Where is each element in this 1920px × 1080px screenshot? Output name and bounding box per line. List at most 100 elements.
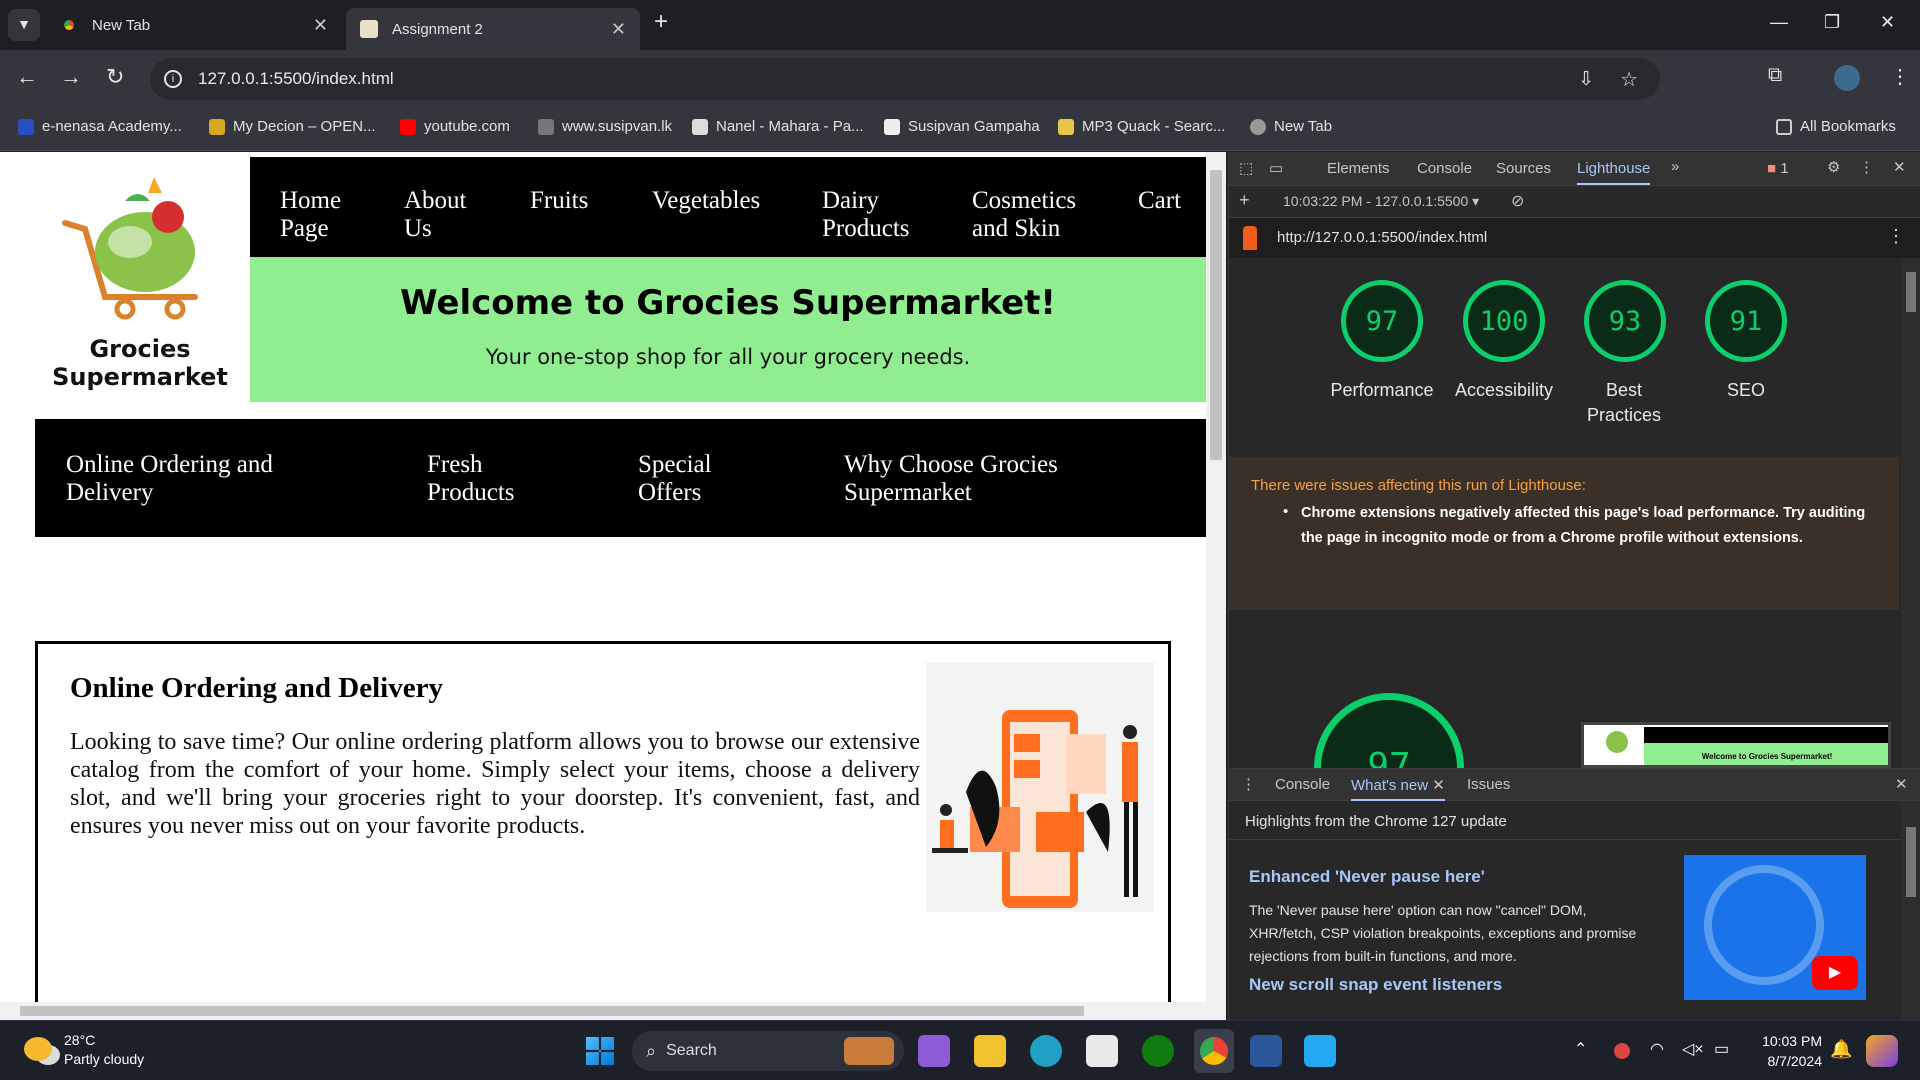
edge-icon[interactable]	[1030, 1035, 1062, 1067]
bookmark-item[interactable]: MP3 Quack - Searc...	[1058, 118, 1225, 135]
news-title[interactable]: Enhanced 'Never pause here'	[1249, 867, 1485, 887]
close-icon[interactable]: ✕	[611, 19, 626, 40]
settings-icon[interactable]: ⚙	[1827, 158, 1840, 176]
score-best-practices[interactable]: 93	[1584, 280, 1666, 362]
all-bookmarks[interactable]: All Bookmarks	[1776, 118, 1896, 135]
tab-search-button[interactable]: ▼	[8, 9, 40, 41]
new-tab-icon[interactable]: +	[654, 8, 668, 36]
more-tabs-icon[interactable]: »	[1671, 158, 1679, 175]
widgets-icon[interactable]	[1866, 1035, 1898, 1067]
tab-console[interactable]: Console	[1417, 160, 1472, 177]
close-icon[interactable]: ✕	[1893, 158, 1906, 176]
score-accessibility[interactable]: 100	[1463, 280, 1545, 362]
drawer-menu-icon[interactable]: ⋮	[1241, 775, 1256, 793]
close-icon[interactable]: ✕	[313, 15, 328, 36]
clear-icon[interactable]: ⊘	[1511, 191, 1524, 211]
subnav-special-offers[interactable]: Special Offers	[638, 451, 728, 507]
bookmark-item[interactable]: www.susipvan.lk	[538, 118, 672, 135]
close-window-icon[interactable]: ✕	[1880, 12, 1895, 33]
close-drawer-icon[interactable]: ✕	[1895, 775, 1908, 793]
nav-cart[interactable]: Cart	[1138, 187, 1181, 215]
bookmark-item[interactable]: New Tab	[1250, 118, 1332, 135]
scroll-thumb[interactable]	[1906, 272, 1916, 312]
nav-dairy[interactable]: Dairy Products	[822, 187, 932, 243]
bookmark-item[interactable]: youtube.com	[400, 118, 510, 135]
xbox-icon[interactable]	[1142, 1035, 1174, 1067]
drawer-tab-console[interactable]: Console	[1275, 776, 1330, 793]
drawer-scrollbar[interactable]	[1901, 801, 1920, 1021]
menu-icon[interactable]: ⋮	[1890, 64, 1910, 89]
inspect-icon[interactable]: ⬚	[1239, 159, 1253, 177]
scroll-thumb[interactable]	[1210, 170, 1222, 460]
device-toolbar-icon[interactable]: ▭	[1269, 159, 1283, 177]
copilot-icon[interactable]	[918, 1035, 950, 1067]
chrome-taskbar-icon[interactable]	[1194, 1029, 1234, 1073]
news-video-thumbnail[interactable]: ▶	[1684, 855, 1866, 1000]
file-explorer-icon[interactable]	[974, 1035, 1006, 1067]
nav-home[interactable]: Home Page	[280, 187, 350, 243]
weather-widget[interactable]: 28°C Partly cloudy	[20, 1031, 144, 1069]
youtube-play-icon[interactable]: ▶	[1812, 956, 1858, 990]
bookmark-item[interactable]: e-nenasa Academy...	[18, 118, 182, 135]
store-icon[interactable]	[1086, 1035, 1118, 1067]
score-seo[interactable]: 91	[1705, 280, 1787, 362]
volume-icon[interactable]: ◁×	[1682, 1039, 1704, 1059]
tab-elements[interactable]: Elements	[1327, 160, 1390, 177]
back-icon[interactable]: ←	[16, 64, 38, 90]
tab-new-tab[interactable]: New Tab ✕	[46, 8, 342, 42]
scroll-thumb[interactable]	[20, 1006, 1084, 1016]
add-report-icon[interactable]: +	[1239, 190, 1250, 211]
wifi-icon[interactable]: ◠	[1650, 1039, 1664, 1059]
forward-icon[interactable]: →	[60, 64, 82, 90]
install-icon[interactable]: ⇩	[1578, 68, 1594, 91]
scroll-thumb[interactable]	[1906, 827, 1916, 897]
devtools-tabs: ⬚ ▭ Elements Console Sources Lighthouse …	[1229, 152, 1920, 186]
news-title[interactable]: New scroll snap event listeners	[1249, 975, 1502, 995]
extensions-icon[interactable]: ⧉	[1768, 64, 1782, 87]
devtools-menu-icon[interactable]: ⋮	[1859, 158, 1874, 176]
report-menu-icon[interactable]: ⋮	[1887, 226, 1905, 247]
word-icon[interactable]	[1250, 1035, 1282, 1067]
subnav-fresh-products[interactable]: Fresh Products	[427, 451, 517, 507]
report-url[interactable]: http://127.0.0.1:5500/index.html	[1277, 229, 1487, 246]
start-button[interactable]	[586, 1037, 614, 1065]
reload-icon[interactable]: ↻	[106, 64, 124, 90]
vscode-icon[interactable]	[1304, 1035, 1336, 1067]
page-vertical-scrollbar[interactable]	[1206, 152, 1226, 1002]
restore-icon[interactable]: ❐	[1824, 12, 1840, 33]
avatar[interactable]	[1834, 65, 1860, 91]
site-info-icon[interactable]: i	[164, 70, 182, 88]
drawer-tab-issues[interactable]: Issues	[1467, 776, 1510, 793]
issues-badge[interactable]: ■ 1	[1767, 160, 1789, 177]
tray-icon[interactable]	[1614, 1043, 1630, 1059]
tab-assignment-2[interactable]: Assignment 2 ✕	[346, 8, 640, 50]
show-hidden-icons[interactable]: ⌃	[1574, 1039, 1587, 1059]
report-selector[interactable]: 10:03:22 PM - 127.0.0.1:5500 ▾	[1283, 193, 1479, 210]
bookmark-item[interactable]: Nanel - Mahara - Pa...	[692, 118, 864, 135]
bookmark-item[interactable]: Susipvan Gampaha	[884, 118, 1040, 135]
clock[interactable]: 10:03 PM 8/7/2024	[1752, 1031, 1822, 1071]
subnav-online-ordering[interactable]: Online Ordering and Delivery	[66, 451, 296, 507]
site-logo[interactable]: Grocies Supermarket	[30, 157, 250, 397]
nav-about[interactable]: About Us	[404, 187, 474, 243]
subnav-why-choose[interactable]: Why Choose Grocies Supermarket	[844, 451, 1074, 507]
tab-sources[interactable]: Sources	[1496, 160, 1551, 177]
bookmark-item[interactable]: My Decion – OPEN...	[209, 118, 376, 135]
battery-icon[interactable]: ▭	[1714, 1039, 1729, 1059]
devtools-scrollbar[interactable]	[1901, 258, 1920, 768]
notification-bell-icon[interactable]: 🔔	[1830, 1039, 1852, 1060]
nav-fruits[interactable]: Fruits	[530, 187, 588, 215]
minimize-icon[interactable]: —	[1770, 12, 1788, 33]
star-icon[interactable]: ☆	[1620, 67, 1638, 92]
nav-vegetables[interactable]: Vegetables	[652, 187, 760, 215]
tab-lighthouse[interactable]: Lighthouse	[1577, 160, 1651, 185]
taskbar-search[interactable]: ⌕ Search	[632, 1031, 904, 1071]
page-thumbnail[interactable]: Welcome to Grocies Supermarket!	[1581, 722, 1891, 768]
drawer-tab-whats-new[interactable]: What's new ✕	[1351, 776, 1445, 801]
address-bar[interactable]: i 127.0.0.1:5500/index.html ⇩ ☆	[150, 58, 1660, 100]
nav-cosmetics[interactable]: Cosmetics and Skin care	[972, 187, 1092, 243]
score-performance[interactable]: 97	[1341, 280, 1423, 362]
close-icon[interactable]: ✕	[1432, 777, 1445, 794]
big-score-gauge[interactable]: 97	[1314, 693, 1464, 768]
page-horizontal-scrollbar[interactable]	[0, 1002, 1226, 1020]
